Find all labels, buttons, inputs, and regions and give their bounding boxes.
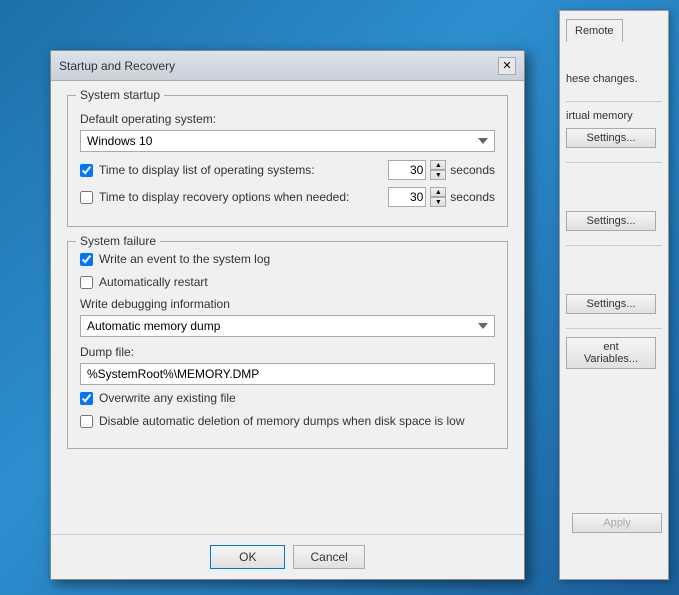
time-display-seconds: seconds	[450, 163, 495, 177]
dialog-titlebar: Startup and Recovery ✕	[51, 51, 524, 81]
env-variables-button[interactable]: ent Variables...	[566, 337, 656, 369]
write-event-label: Write an event to the system log	[99, 252, 270, 268]
debugging-dropdown[interactable]: Automatic memory dump	[80, 315, 495, 337]
default-os-label: Default operating system:	[80, 112, 495, 126]
virtual-memory-label: irtual memory	[566, 110, 662, 122]
system-failure-label: System failure	[76, 234, 160, 248]
default-os-row: Windows 10	[80, 130, 495, 152]
ok-button[interactable]: OK	[210, 545, 285, 569]
dump-file-input[interactable]	[80, 363, 495, 385]
overwrite-checkbox[interactable]	[80, 392, 93, 405]
system-startup-label: System startup	[76, 88, 164, 102]
remote-tab[interactable]: Remote	[566, 19, 623, 42]
default-os-dropdown[interactable]: Windows 10	[80, 130, 495, 152]
system-properties-background: Remote hese changes. irtual memory Setti…	[559, 10, 669, 580]
time-display-spinbox: ▲ ▼ seconds	[388, 160, 495, 180]
startup-and-recovery-dialog: Startup and Recovery ✕ System startup De…	[50, 50, 525, 580]
recovery-up-button[interactable]: ▲	[430, 187, 446, 197]
recovery-down-button[interactable]: ▼	[430, 197, 446, 207]
disable-auto-delete-label: Disable automatic deletion of memory dum…	[99, 414, 465, 430]
recovery-seconds: seconds	[450, 190, 495, 204]
recovery-options-input[interactable]	[388, 187, 426, 207]
auto-restart-label: Automatically restart	[99, 275, 208, 291]
time-display-up-button[interactable]: ▲	[430, 160, 446, 170]
dialog-body: System startup Default operating system:…	[51, 81, 524, 477]
settings-button-3[interactable]: Settings...	[566, 294, 656, 314]
write-event-row: Write an event to the system log	[80, 252, 495, 268]
recovery-spin-buttons: ▲ ▼	[430, 187, 446, 207]
write-debugging-label: Write debugging information	[80, 297, 495, 311]
write-event-checkbox[interactable]	[80, 253, 93, 266]
time-display-row: Time to display list of operating system…	[80, 160, 495, 180]
recovery-options-label: Time to display recovery options when ne…	[99, 190, 349, 204]
dump-file-label: Dump file:	[80, 345, 495, 359]
system-failure-group: System failure Write an event to the sys…	[67, 241, 508, 449]
settings-button-2[interactable]: Settings...	[566, 211, 656, 231]
time-display-spin-buttons: ▲ ▼	[430, 160, 446, 180]
system-startup-group: System startup Default operating system:…	[67, 95, 508, 227]
debugging-dropdown-row: Automatic memory dump	[80, 315, 495, 337]
disable-auto-delete-checkbox[interactable]	[80, 415, 93, 428]
time-display-checkbox[interactable]	[80, 164, 93, 177]
settings-button-1[interactable]: Settings...	[566, 128, 656, 148]
overwrite-row: Overwrite any existing file	[80, 391, 495, 407]
note-text: hese changes.	[566, 72, 662, 87]
dialog-title: Startup and Recovery	[59, 59, 175, 73]
time-display-down-button[interactable]: ▼	[430, 170, 446, 180]
auto-restart-checkbox[interactable]	[80, 276, 93, 289]
time-display-input[interactable]	[388, 160, 426, 180]
time-display-label: Time to display list of operating system…	[99, 163, 315, 177]
auto-restart-row: Automatically restart	[80, 275, 495, 291]
apply-button[interactable]: Apply	[572, 513, 662, 533]
dialog-close-button[interactable]: ✕	[498, 57, 516, 75]
cancel-button[interactable]: Cancel	[293, 545, 364, 569]
recovery-spinbox: ▲ ▼ seconds	[388, 187, 495, 207]
overwrite-label: Overwrite any existing file	[99, 391, 236, 407]
recovery-options-row: Time to display recovery options when ne…	[80, 187, 495, 207]
dialog-bottom-buttons: OK Cancel	[51, 534, 524, 579]
recovery-options-checkbox[interactable]	[80, 191, 93, 204]
disable-auto-delete-row: Disable automatic deletion of memory dum…	[80, 414, 495, 430]
